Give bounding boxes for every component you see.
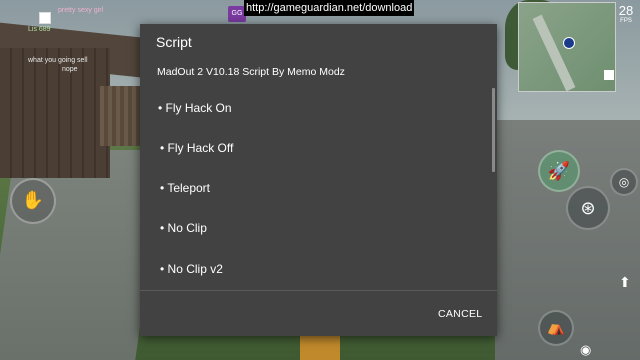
fps-value: 28 xyxy=(618,3,634,18)
minimap-road xyxy=(532,14,576,92)
seat-icon[interactable]: ⛺ xyxy=(538,310,574,346)
square-button[interactable] xyxy=(604,70,614,80)
fence xyxy=(100,86,140,146)
minimap[interactable] xyxy=(518,2,616,92)
cancel-button[interactable]: CANCEL xyxy=(438,308,482,320)
chat-line: pretty sexy girl xyxy=(58,7,104,14)
eye-icon[interactable]: ◉ xyxy=(580,342,591,358)
chat-line: nope xyxy=(62,66,78,73)
list-scrollbar[interactable] xyxy=(492,88,495,172)
arrow-up-icon[interactable]: ⬆ xyxy=(619,274,631,291)
rocket-icon[interactable]: 🚀 xyxy=(538,150,580,192)
option-fly-hack-on[interactable]: • Fly Hack On xyxy=(158,101,232,115)
script-option-list[interactable]: • Fly Hack On • Fly Hack Off • Teleport … xyxy=(140,86,497,292)
fps-label: FPS xyxy=(620,18,632,24)
chat-line: Lis 689 xyxy=(28,26,51,33)
dialog-divider xyxy=(140,290,497,291)
dialog-title: Script xyxy=(156,34,192,50)
player-marker-icon xyxy=(563,37,575,49)
joystick-icon[interactable]: ✋ xyxy=(10,178,56,224)
option-fly-hack-off[interactable]: • Fly Hack Off xyxy=(160,141,233,155)
option-no-clip[interactable]: • No Clip xyxy=(160,221,207,235)
crosshair-icon[interactable]: ◎ xyxy=(610,168,638,196)
chat-log: pretty sexy girl Lis 689 what you going … xyxy=(28,6,103,74)
script-dialog: Script MadOut 2 V10.18 Script By Memo Mo… xyxy=(140,24,497,336)
fps-counter: 28 FPS xyxy=(614,4,638,25)
chat-line: what you going sell xyxy=(28,57,88,64)
steering-wheel-icon[interactable]: ⊛ xyxy=(566,186,610,230)
dialog-subtitle: MadOut 2 V10.18 Script By Memo Modz xyxy=(157,66,345,78)
download-url-banner[interactable]: http://gameguardian.net/download xyxy=(244,0,415,16)
option-teleport[interactable]: • Teleport xyxy=(160,181,210,195)
option-no-clip-v2[interactable]: • No Clip v2 xyxy=(160,262,223,276)
